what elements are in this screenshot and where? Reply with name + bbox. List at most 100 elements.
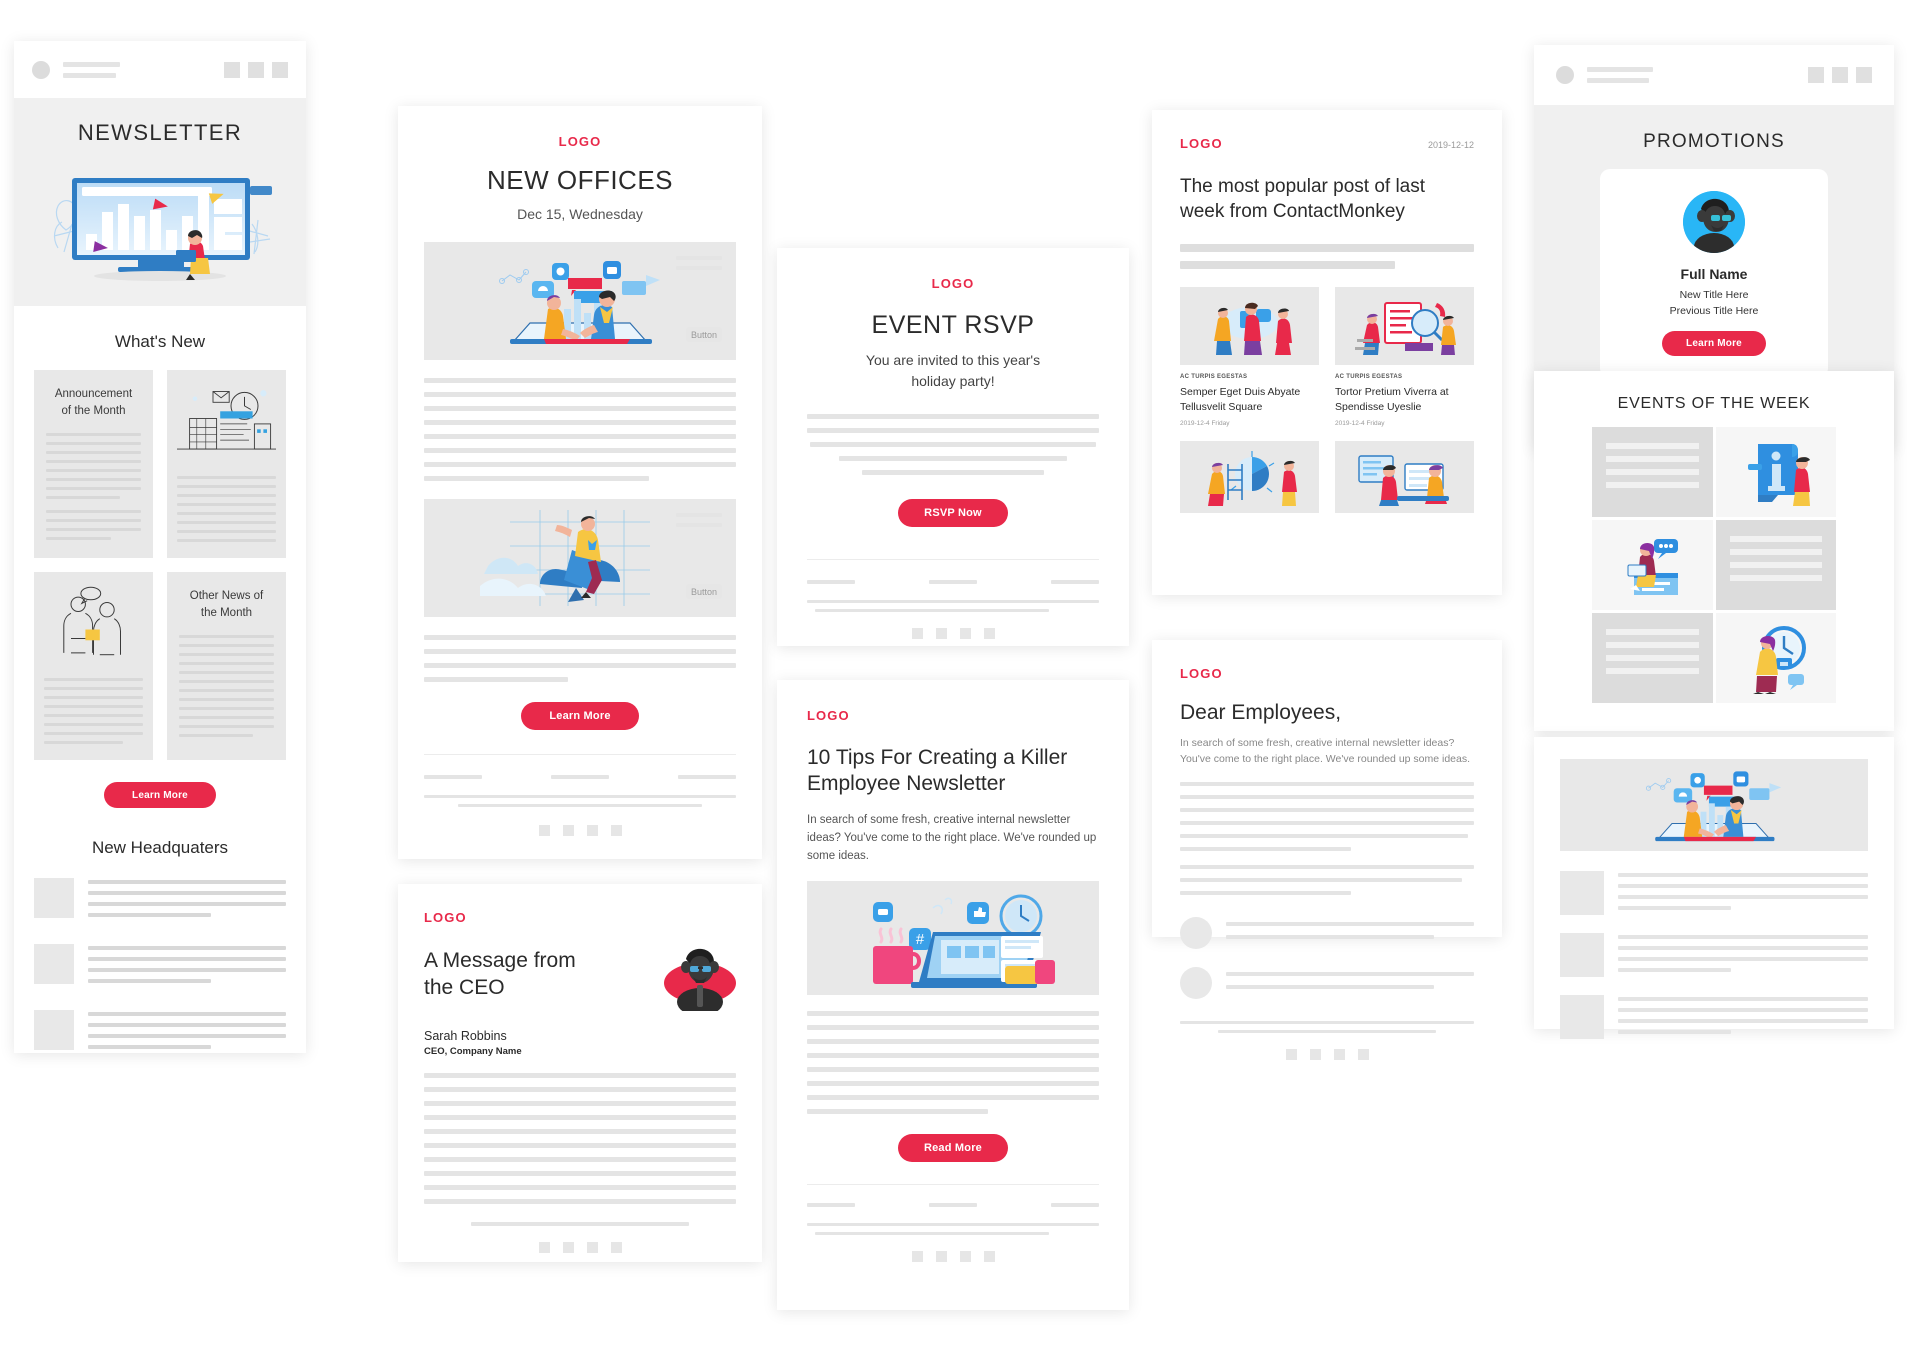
post-item[interactable]: AC TURPIS EGESTAS Semper Eget Duis Abyat… <box>1180 287 1319 427</box>
window-control-icon[interactable] <box>224 61 240 78</box>
post-headline[interactable]: Semper Eget Duis Abyate Tellusvelit Squa… <box>1180 385 1319 413</box>
post-thumb[interactable] <box>1335 440 1474 513</box>
tile-office-illustration[interactable] <box>167 370 286 558</box>
event-image-tile[interactable] <box>1592 520 1713 610</box>
logo[interactable]: LOGO <box>807 708 1099 723</box>
social-icon[interactable] <box>586 825 598 836</box>
logo[interactable]: LOGO <box>1180 666 1474 681</box>
learn-more-button[interactable]: Learn More <box>521 702 639 730</box>
page-title: The most popular post of last week from … <box>1180 176 1426 222</box>
image-button[interactable]: Button <box>686 584 722 599</box>
whats-new-title: What's New <box>114 332 206 351</box>
window-control-icon[interactable] <box>248 61 264 78</box>
learn-more-button[interactable]: Learn More <box>104 782 216 808</box>
ceo-message-email-card[interactable]: LOGO A Message from the CEO Sarah Robbin… <box>398 884 762 1262</box>
right-column-feed-card[interactable] <box>1534 737 1894 1039</box>
workspace-laptop-illustration <box>1357 455 1449 506</box>
clock-time-illustration <box>1752 626 1806 694</box>
window-control-icon[interactable] <box>1856 67 1872 83</box>
social-icon[interactable] <box>1309 1048 1321 1060</box>
comment-list <box>1180 916 1474 999</box>
post-item[interactable]: AC TURPIS EGESTAS Tortor Pretium Viverra… <box>1335 287 1474 427</box>
avatar <box>1180 966 1212 999</box>
avatar <box>1556 66 1574 84</box>
window-control-icon[interactable] <box>272 61 288 78</box>
list-item[interactable] <box>34 1010 286 1050</box>
social-icon[interactable] <box>935 1251 947 1263</box>
event-text-tile[interactable] <box>1715 520 1836 610</box>
post-thumb[interactable] <box>1335 287 1474 366</box>
post-thumb[interactable] <box>1180 287 1319 366</box>
post-headline[interactable]: Tortor Pretium Viverra at Spendisse Uyes… <box>1335 385 1474 413</box>
social-icons[interactable] <box>807 628 1099 639</box>
window-control-icon[interactable] <box>1832 67 1848 83</box>
social-icon[interactable] <box>610 1242 622 1253</box>
social-icons[interactable] <box>424 825 736 836</box>
new-offices-email-card[interactable]: LOGO NEW OFFICES Dec 15, Wednesday Butto… <box>398 106 762 859</box>
social-icon[interactable] <box>1285 1048 1297 1060</box>
hero-image-block[interactable] <box>1560 759 1868 851</box>
social-icon[interactable] <box>562 825 574 836</box>
social-icons[interactable] <box>1180 1048 1474 1060</box>
tile-other-news[interactable]: Other News of the Month <box>167 572 286 760</box>
woman-laptop-illustration <box>1627 539 1679 595</box>
social-icon[interactable] <box>586 1242 598 1253</box>
person-new-title: New Title Here <box>1679 289 1749 301</box>
logo[interactable]: LOGO <box>424 134 736 149</box>
logo[interactable]: LOGO <box>807 276 1099 291</box>
list-item[interactable] <box>34 944 286 984</box>
hero-image-block-1[interactable]: Button <box>424 242 736 360</box>
event-text-tile[interactable] <box>1592 613 1713 703</box>
ten-tips-email-card[interactable]: LOGO 10 Tips For Creating a Killer Emplo… <box>777 680 1129 1310</box>
list-item[interactable] <box>1560 933 1868 977</box>
popular-post-email-card[interactable]: LOGO 2019-12-12 The most popular post of… <box>1152 110 1502 595</box>
social-icons[interactable] <box>424 1242 736 1253</box>
headquarters-list <box>34 878 286 1050</box>
social-icon[interactable] <box>959 628 971 639</box>
social-icon[interactable] <box>1333 1048 1345 1060</box>
promotion-person-card[interactable]: Full Name New Title Here Previous Title … <box>1600 169 1828 378</box>
social-icon[interactable] <box>562 1242 574 1253</box>
post-thumb[interactable] <box>1180 440 1319 513</box>
list-item[interactable] <box>34 878 286 918</box>
page-subtitle: You are invited to this year's holiday p… <box>865 352 1041 389</box>
window-control-icon[interactable] <box>1808 67 1824 83</box>
social-icon[interactable] <box>983 1251 995 1263</box>
dear-employees-email-card[interactable]: LOGO Dear Employees, In search of some f… <box>1152 640 1502 1060</box>
page-title: 10 Tips For Creating a Killer Employee N… <box>807 746 1068 796</box>
social-icon[interactable] <box>1357 1048 1369 1060</box>
comment-item[interactable] <box>1180 916 1474 949</box>
events-of-the-week-card[interactable]: EVENTS OF THE WEEK <box>1534 371 1894 731</box>
social-icon[interactable] <box>538 825 550 836</box>
tile-people-illustration[interactable] <box>34 572 153 760</box>
read-more-button[interactable]: Read More <box>897 1134 1009 1163</box>
hero-image-block-2[interactable]: Button <box>424 499 736 617</box>
social-icon[interactable] <box>911 628 923 639</box>
social-icon[interactable] <box>538 1242 550 1253</box>
list-item[interactable] <box>1560 871 1868 915</box>
section-title: EVENTS OF THE WEEK <box>1617 395 1811 412</box>
image-button[interactable]: Button <box>686 327 722 342</box>
rocket-launch-illustration <box>480 510 650 606</box>
logo[interactable]: LOGO <box>1180 136 1223 151</box>
event-text-tile[interactable] <box>1592 427 1713 517</box>
social-icon[interactable] <box>959 1251 971 1263</box>
comment-item[interactable] <box>1180 966 1474 999</box>
event-image-tile[interactable] <box>1715 427 1836 517</box>
tile-announcement[interactable]: Announcement of the Month <box>34 370 153 558</box>
social-icon[interactable] <box>935 628 947 639</box>
social-icon[interactable] <box>610 825 622 836</box>
event-image-tile[interactable] <box>1715 613 1836 703</box>
learn-more-button[interactable]: Learn More <box>1662 331 1766 356</box>
social-icon[interactable] <box>983 628 995 639</box>
event-rsvp-email-card[interactable]: LOGO EVENT RSVP You are invited to this … <box>777 248 1129 646</box>
tile-text-lines <box>44 678 143 744</box>
newsletter-email-card[interactable]: NEWSLETTER What's New Announcement of th… <box>14 41 306 1053</box>
rsvp-now-button[interactable]: RSVP Now <box>898 499 1008 527</box>
social-icon[interactable] <box>911 1251 923 1263</box>
hero-image-block[interactable]: # <box>807 881 1099 996</box>
social-icons[interactable] <box>807 1251 1099 1263</box>
footer <box>807 1203 1099 1263</box>
logo[interactable]: LOGO <box>424 910 736 925</box>
list-item[interactable] <box>1560 995 1868 1039</box>
